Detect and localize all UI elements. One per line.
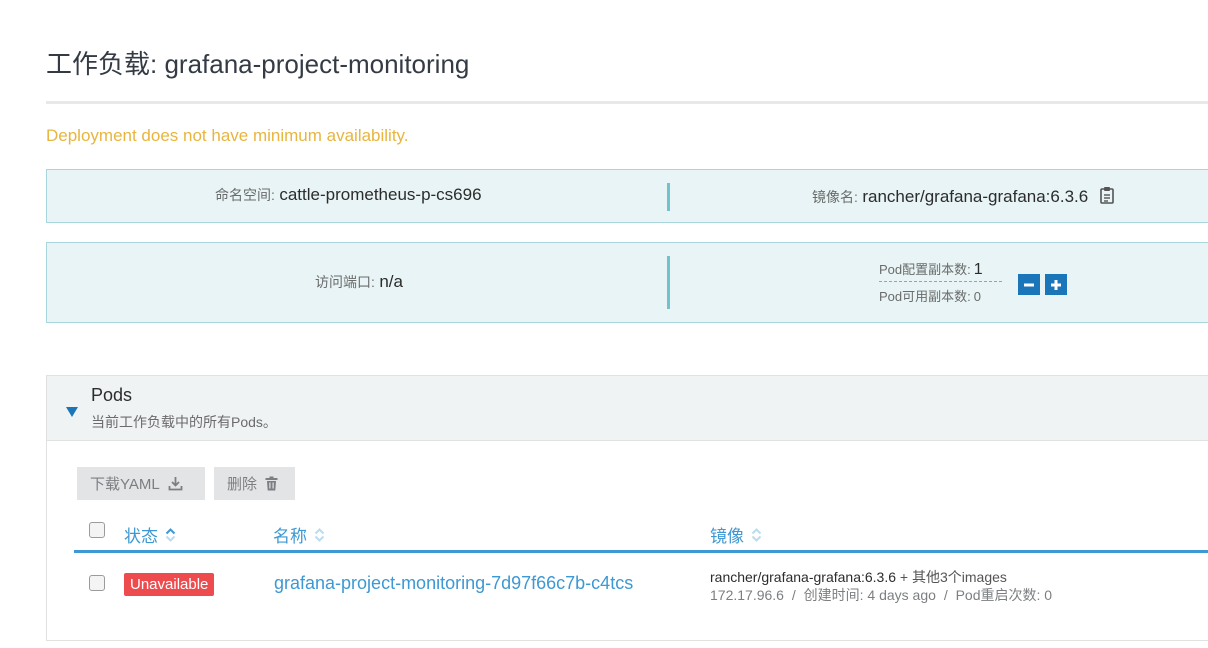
config-replicas-value: 1 — [973, 261, 983, 278]
column-image-label: 镜像 — [710, 527, 744, 546]
port-label: 访问端口: — [315, 274, 375, 290]
image-value: rancher/grafana-grafana:6.3.6 — [862, 187, 1089, 206]
column-header-status[interactable]: 状态 — [124, 522, 176, 547]
replica-counts: Pod配置副本数: 1 Pod可用副本数: 0 — [879, 259, 1002, 305]
pod-created: 创建时间: 4 days ago — [803, 587, 936, 603]
column-name-label: 名称 — [273, 527, 307, 546]
column-header-image[interactable]: 镜像 — [710, 522, 762, 547]
config-replicas-label: Pod配置副本数: — [879, 262, 971, 277]
status-badge: Unavailable — [124, 573, 215, 596]
column-header-name[interactable]: 名称 — [273, 522, 325, 547]
namespace-label: 命名空间: — [215, 187, 275, 203]
port-field: 访问端口: n/a — [315, 272, 403, 292]
scale-up-button[interactable] — [1045, 274, 1067, 295]
sort-icon — [751, 527, 762, 542]
meta-separator: / — [943, 587, 948, 603]
pods-table-header: 状态 名称 镜像 — [74, 516, 1208, 553]
port-info-box: 访问端口: n/a Pod配置副本数: 1 Pod可用副本数: 0 — [46, 242, 1208, 323]
title-divider — [46, 101, 1208, 104]
pods-title: Pods — [91, 385, 133, 405]
available-replicas-value: 0 — [973, 289, 981, 304]
delete-button[interactable]: 删除 — [214, 467, 295, 500]
pod-name-link[interactable]: grafana-project-monitoring-7d97f66c7b-c4… — [274, 573, 633, 594]
sort-icon — [165, 527, 176, 542]
copy-icon[interactable] — [1099, 186, 1115, 209]
download-yaml-button[interactable]: 下载YAML — [77, 467, 205, 500]
config-replicas: Pod配置副本数: 1 — [879, 259, 1002, 282]
scale-down-button[interactable] — [1018, 274, 1040, 295]
namespace-info-box: 命名空间: cattle-prometheus-p-cs696 镜像名: ran… — [46, 169, 1208, 223]
available-replicas-label: Pod可用副本数: — [879, 289, 971, 304]
plus-icon — [1051, 279, 1061, 290]
port-value: n/a — [379, 272, 403, 291]
available-replicas: Pod可用副本数: 0 — [879, 286, 1002, 305]
download-yaml-label: 下载YAML — [90, 476, 160, 493]
meta-separator: / — [791, 587, 796, 603]
trash-icon — [265, 476, 278, 491]
namespace-value: cattle-prometheus-p-cs696 — [279, 185, 482, 204]
pod-image-name: rancher/grafana-grafana:6.3.6 — [710, 569, 897, 585]
pods-panel: Pods 当前工作负载中的所有Pods。 下载YAML 删除 状态 名称 镜像 … — [46, 375, 1208, 641]
triangle-down-icon[interactable] — [66, 404, 78, 422]
column-status-label: 状态 — [124, 527, 158, 546]
image-field: 镜像名: rancher/grafana-grafana:6.3.6 — [812, 186, 1115, 209]
info-divider — [667, 183, 670, 211]
pod-ip: 172.17.96.6 — [710, 587, 784, 603]
row-checkbox[interactable] — [89, 575, 105, 591]
availability-warning: Deployment does not have minimum availab… — [46, 126, 409, 145]
image-label: 镜像名: — [812, 189, 858, 205]
page-title: 工作负载: grafana-project-monitoring — [46, 49, 470, 79]
info-divider — [667, 256, 670, 309]
minus-icon — [1024, 283, 1034, 286]
pod-restarts: Pod重启次数: 0 — [955, 587, 1053, 603]
download-icon — [168, 477, 183, 491]
pods-panel-header[interactable]: Pods 当前工作负载中的所有Pods。 — [47, 376, 1208, 441]
pod-image-more: + 其他3个images — [899, 569, 1007, 585]
delete-label: 删除 — [227, 476, 258, 493]
pods-subtitle: 当前工作负载中的所有Pods。 — [91, 414, 277, 430]
pod-image: rancher/grafana-grafana:6.3.6 + 其他3个imag… — [710, 567, 1007, 587]
pod-meta: 172.17.96.6 / 创建时间: 4 days ago / Pod重启次数… — [710, 585, 1052, 605]
sort-icon — [314, 527, 325, 542]
select-all-checkbox[interactable] — [89, 522, 105, 538]
namespace-field: 命名空间: cattle-prometheus-p-cs696 — [215, 185, 482, 205]
